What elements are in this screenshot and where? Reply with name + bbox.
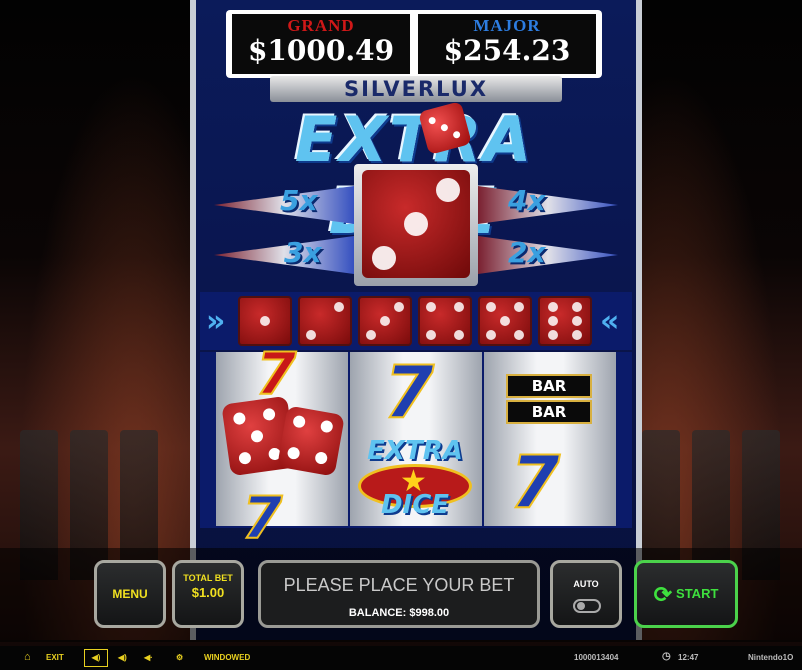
start-label: START [676, 586, 719, 601]
exit-link[interactable]: EXIT [46, 653, 64, 662]
reel-3-bar-symbol-bottom: BAR [506, 400, 592, 424]
chevron-right-icon: » [206, 304, 226, 339]
status-bar: ⌂ EXIT ◀) ◀) ◀· ⚙ WINDOWED 1000013404 ◷ … [0, 646, 802, 670]
total-bet-value: $1.00 [191, 585, 225, 600]
settings-icon[interactable]: ⚙ [176, 653, 183, 662]
jackpot-header: GRAND $1000.49 MAJOR $254.23 [226, 10, 602, 78]
status-message: PLEASE PLACE YOUR BET [283, 575, 515, 595]
clock-time: 12:47 [678, 653, 699, 662]
balance-display: BALANCE: $998.00 [348, 607, 450, 619]
extra-dice-symbol-word-2: DICE [380, 490, 450, 520]
die-face-4 [418, 296, 472, 346]
grand-jackpot-label: GRAND [287, 16, 355, 35]
die-face-1 [238, 296, 292, 346]
multiplier-5x: 5x [280, 184, 318, 217]
major-jackpot: MAJOR $254.23 [418, 14, 596, 74]
left-casino-scene [0, 0, 190, 640]
grand-jackpot: GRAND $1000.49 [232, 14, 410, 74]
die-face-5 [478, 296, 532, 346]
auto-label: AUTO [573, 579, 599, 589]
die-face-3 [358, 296, 412, 346]
volume-medium-icon[interactable]: ◀) [118, 653, 127, 662]
refresh-icon: ⟳ [653, 581, 673, 607]
clock-icon: ◷ [662, 651, 671, 662]
reel-3-bar-symbol-top: BAR [506, 374, 592, 398]
extra-dice-symbol-word-1: EXTRA [367, 436, 463, 466]
multiplier-3x: 3x [284, 236, 322, 269]
die-face-6 [538, 296, 592, 346]
feature-die [362, 170, 470, 278]
brand-banner: SILVERLUX [270, 76, 562, 102]
message-display: PLEASE PLACE YOUR BET BALANCE: $998.00 [258, 560, 540, 628]
sound-toggle-icon[interactable]: ◀) [84, 649, 108, 667]
reel-2-extra-dice-symbol: ★ EXTRA DICE [352, 436, 478, 524]
volume-low-icon[interactable]: ◀· [144, 653, 153, 662]
chevron-left-icon: « [600, 304, 620, 339]
toggle-switch-icon [573, 599, 601, 613]
home-icon[interactable]: ⌂ [24, 651, 31, 663]
start-button[interactable]: ⟳ START [634, 560, 738, 628]
die-face-2 [298, 296, 352, 346]
grand-jackpot-value: $1000.49 [247, 34, 395, 67]
auto-play-toggle[interactable]: AUTO [550, 560, 622, 628]
reel-1-dice-symbol-2 [277, 405, 345, 477]
ticket-number: 1000013404 [574, 653, 619, 662]
major-jackpot-label: MAJOR [473, 16, 541, 35]
reel-1-seven-symbol-bottom: 7 [241, 483, 283, 553]
reel-3-seven-symbol: 7 [509, 439, 561, 525]
multiplier-4x: 4x [508, 184, 546, 217]
major-jackpot-value: $254.23 [443, 34, 571, 67]
windowed-toggle[interactable]: WINDOWED [204, 653, 250, 662]
total-bet-label: TOTAL BET [183, 573, 233, 583]
reel-2-seven-symbol: 7 [383, 349, 435, 435]
menu-button[interactable]: MENU [94, 560, 166, 628]
provider-label: Nintendo1O [748, 653, 794, 662]
total-bet-button[interactable]: TOTAL BET $1.00 [172, 560, 244, 628]
multiplier-2x: 2x [508, 236, 546, 269]
